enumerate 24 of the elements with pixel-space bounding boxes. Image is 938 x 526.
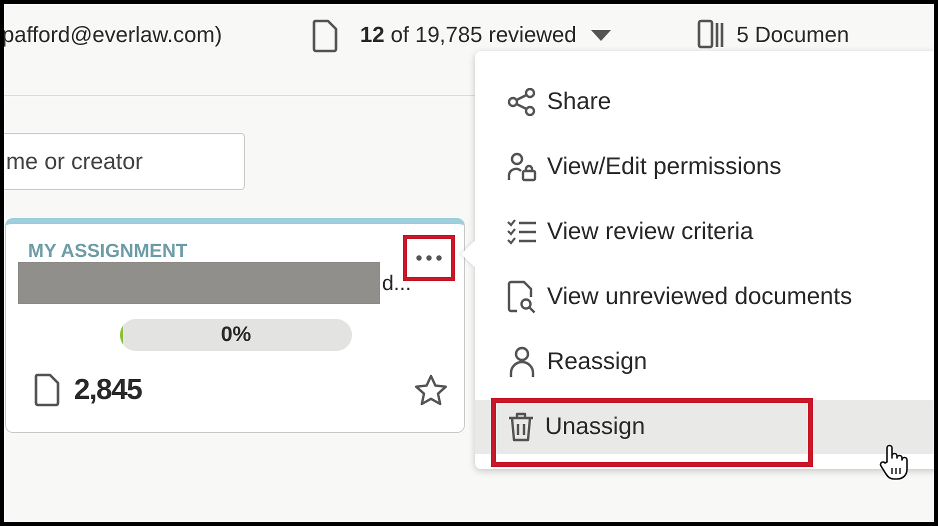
caret-icon[interactable] [590, 30, 611, 42]
menu-item[interactable]: Reassign [475, 329, 934, 394]
document-search-icon [507, 280, 537, 314]
user-lock-icon [507, 152, 537, 182]
assignment-title: d... [382, 272, 412, 296]
document-count: 2,845 [74, 374, 142, 406]
columns-icon [696, 19, 725, 49]
menu-item[interactable]: Unassign [475, 400, 934, 454]
trash-icon [507, 411, 535, 443]
documents-count: 5 Documen [736, 22, 850, 48]
star-icon[interactable] [414, 374, 448, 406]
menu-item[interactable]: View review criteria [475, 199, 934, 264]
menu-item[interactable]: Share [475, 69, 934, 134]
user-icon [507, 346, 537, 378]
document-icon [34, 373, 60, 407]
progress-reading: 0% [220, 323, 252, 347]
menu-item[interactable]: View unreviewed documents [475, 264, 934, 329]
assignment-label: MY ASSIGNMENT [28, 241, 188, 263]
ellipsis-icon [416, 255, 442, 261]
search-field[interactable]: me or creator [4, 133, 245, 190]
share-icon [507, 88, 537, 116]
menu-item[interactable]: View/Edit permissions [475, 134, 934, 199]
document-icon [312, 19, 338, 53]
checklist-icon [507, 218, 537, 244]
